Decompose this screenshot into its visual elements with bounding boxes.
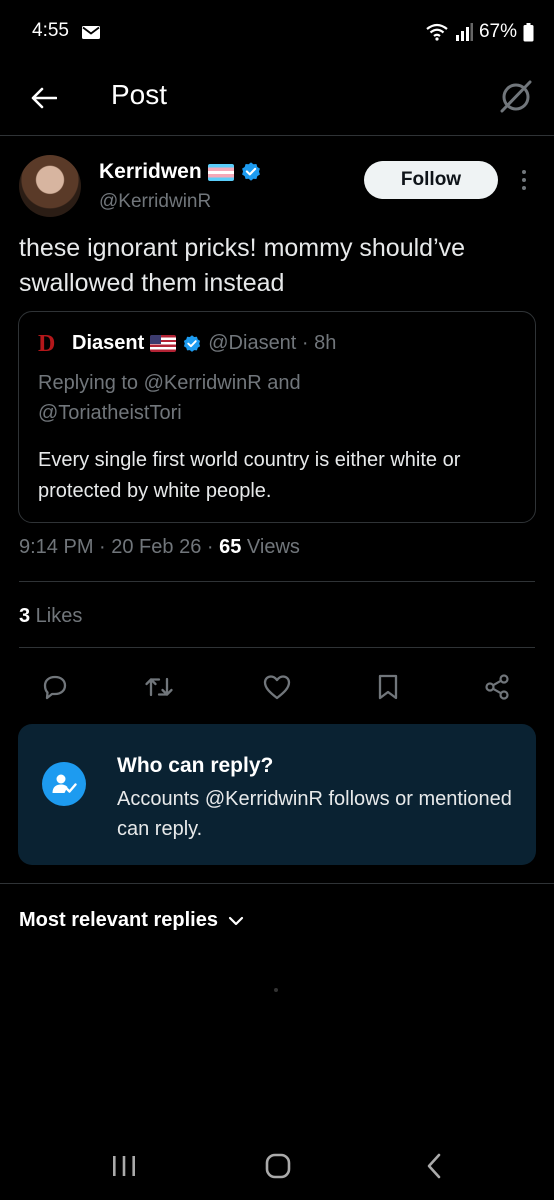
likes-count-row[interactable]: 3 Likes (19, 605, 82, 628)
share-icon (485, 674, 509, 700)
follow-button[interactable]: Follow (364, 161, 498, 199)
repost-button[interactable] (141, 669, 177, 705)
author-name: Kerridwen (99, 160, 202, 183)
who-can-reply-card: Who can reply? Accounts @KerridwinR foll… (18, 724, 536, 865)
trans-flag-icon (207, 163, 234, 181)
like-icon (263, 675, 291, 700)
quote-author-row: D Diasent @Diasent · 8h (38, 330, 337, 357)
battery-icon (523, 22, 534, 41)
loading-indicator (274, 988, 278, 992)
mail-icon (82, 26, 100, 39)
quote-replying-to: Replying to @KerridwinR and @Toriatheist… (38, 368, 518, 428)
bookmark-button[interactable] (370, 669, 406, 705)
who-can-reply-title: Who can reply? (117, 754, 274, 777)
post-text: these ignorant pricks! mommy should’ve s… (19, 234, 466, 297)
likes-label: Likes (30, 605, 83, 627)
who-can-reply-badge (42, 762, 86, 806)
chevron-down-icon (228, 916, 244, 925)
header: Post (0, 62, 554, 136)
home-button[interactable] (258, 1148, 298, 1184)
reply-prefix: Replying to (38, 372, 144, 394)
more-icon[interactable] (514, 166, 534, 194)
recents-button[interactable] (104, 1148, 144, 1184)
author-name-row[interactable]: Kerridwen (99, 160, 262, 184)
signal-icon (455, 23, 473, 41)
post-meta: 9:14 PM · 20 Feb 26 · 65 Views (19, 536, 300, 559)
divider (19, 647, 535, 648)
quote-author-name: Diasent (72, 332, 145, 354)
page: 4:55 67% Post Kerridwen @KerridwinR Foll… (0, 0, 554, 1200)
author-handle[interactable]: @KerridwinR (99, 191, 211, 213)
reply-icon (43, 675, 67, 700)
avatar[interactable] (19, 155, 81, 217)
status-right: 67% (425, 20, 534, 44)
views-label: Views (241, 536, 300, 558)
status-time: 4:55 (32, 20, 69, 41)
user-check-icon (52, 774, 77, 793)
reply-and: and (261, 372, 301, 394)
verified-icon (184, 334, 201, 352)
divider (19, 581, 535, 582)
recents-icon (113, 1156, 135, 1176)
reply-user-1: @KerridwinR (143, 372, 262, 394)
reply-user-2: @ToriatheistTori (38, 402, 182, 424)
replies-sort-dropdown[interactable]: Most relevant replies (19, 909, 244, 932)
reply-button[interactable] (37, 669, 73, 705)
likes-count: 3 (19, 605, 31, 627)
system-nav-bar (0, 1130, 554, 1200)
repost-icon (145, 677, 173, 697)
battery-percent: 67% (478, 21, 517, 42)
quote-card[interactable]: D Diasent @Diasent · 8h Replying to @Ker… (18, 311, 536, 523)
quote-handle-time: @Diasent · 8h (208, 332, 337, 354)
quote-text: Every single first world country is eith… (38, 449, 461, 502)
quote-avatar-logo: D (38, 330, 56, 357)
replies-sort-label: Most relevant replies (19, 909, 218, 931)
share-button[interactable] (479, 669, 515, 705)
like-button[interactable] (259, 669, 295, 705)
us-flag-icon (150, 335, 177, 352)
who-can-reply-text: Accounts @KerridwinR follows or mentione… (117, 788, 512, 840)
wifi-icon (426, 23, 448, 41)
bookmark-icon (378, 674, 398, 700)
back-button[interactable] (24, 78, 64, 118)
views-count: 65 (219, 536, 242, 558)
divider (0, 883, 554, 884)
post-timestamp: 9:14 PM · 20 Feb 26 · (19, 536, 220, 558)
grok-icon (500, 80, 532, 113)
grok-button[interactable] (496, 76, 536, 116)
action-bar (0, 669, 554, 705)
page-title: Post (111, 79, 168, 110)
home-icon (265, 1153, 291, 1179)
back-icon (427, 1153, 441, 1179)
system-back-button[interactable] (414, 1148, 454, 1184)
back-arrow-icon (31, 87, 57, 109)
verified-icon (241, 162, 260, 181)
status-bar: 4:55 67% (0, 0, 554, 62)
